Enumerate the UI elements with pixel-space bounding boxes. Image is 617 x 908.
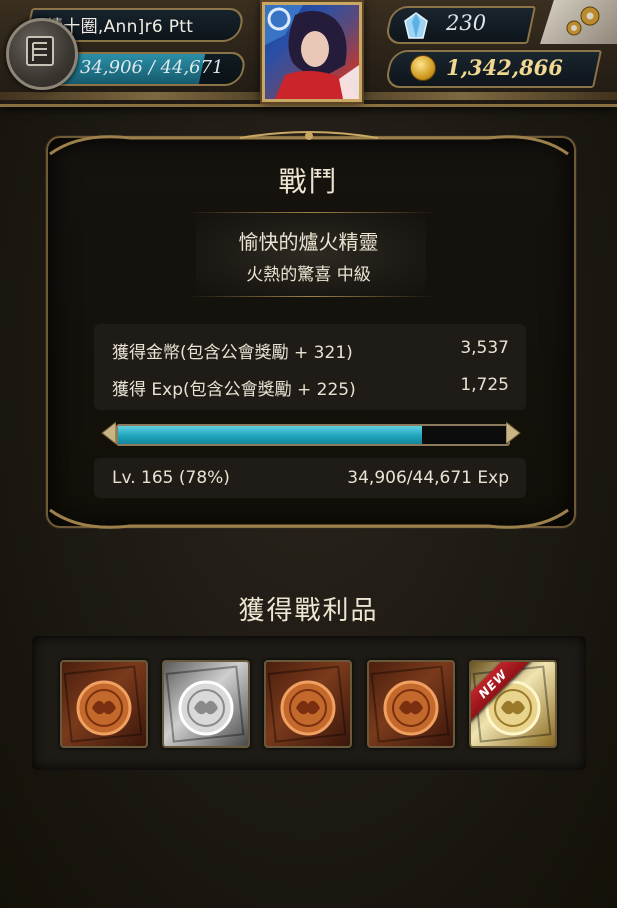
loot-item-bronze[interactable] [60, 660, 148, 748]
progress-cap-right [506, 421, 521, 445]
loot-item-silver[interactable] [162, 660, 250, 748]
card-emblem-icon [267, 665, 347, 743]
level-progress-fill [118, 426, 423, 444]
menu-book-icon [26, 36, 54, 66]
avatar-art [265, 5, 359, 99]
divider [186, 212, 436, 213]
gold-reward-label: 獲得金幣(包含公會獎勵 + 321) [112, 343, 353, 363]
exp-reward-label: 獲得 Exp(包含公會獎勵 + 225) [112, 380, 356, 400]
gold-reward-value: 3,537 [460, 338, 509, 358]
gold-count: 1,342,866 [446, 55, 563, 80]
panel-bottom-ornament [49, 508, 569, 529]
loot-item-bronze[interactable] [367, 660, 455, 748]
card-emblem-icon [370, 665, 450, 743]
gold-coin-icon [410, 55, 436, 81]
loot-item-gold[interactable]: NEW [469, 660, 557, 748]
exp-reward-value: 1,725 [460, 375, 509, 395]
enemy-name: 愉快的爐火精靈 [238, 230, 379, 254]
gem-count: 230 [446, 11, 487, 35]
level-text: Lv. 165 (78%) [112, 468, 230, 488]
card-emblem-icon [63, 665, 143, 743]
loot-item-bronze[interactable] [264, 660, 352, 748]
level-progress-bar [116, 424, 510, 446]
panel-top-ornament [49, 131, 569, 156]
card-emblem-icon [165, 665, 245, 743]
loot-title: 獲得戰利品 [238, 596, 379, 626]
player-avatar[interactable] [262, 2, 362, 102]
divider [186, 296, 436, 297]
quest-difficulty: 火熱的驚喜 中級 [246, 265, 371, 285]
gear-icon [566, 6, 600, 36]
header-exp-text: 34,906 / 44,671 [80, 57, 224, 78]
gem-icon [404, 12, 428, 39]
level-exp-text: 34,906/44,671 Exp [347, 468, 509, 488]
progress-cap-left [101, 421, 116, 445]
battle-title: 戰鬥 [278, 165, 339, 198]
